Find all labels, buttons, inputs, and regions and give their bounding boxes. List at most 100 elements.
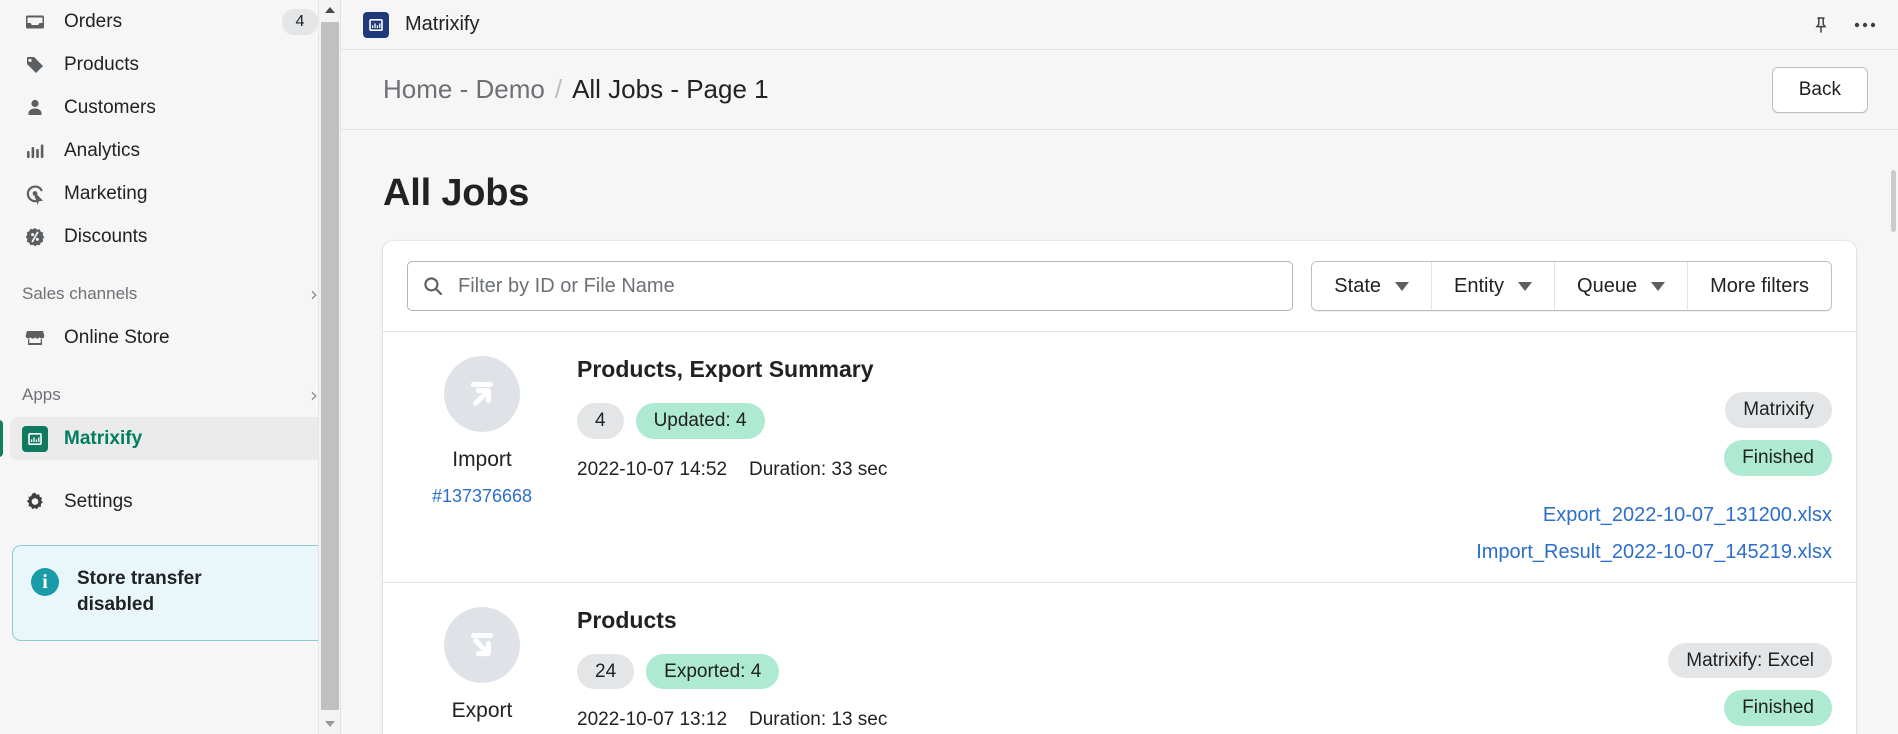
job-status-column: Matrixify Finished Export_2022-10-07_131… <box>1392 348 1832 564</box>
breadcrumb-bar: Home - Demo / All Jobs - Page 1 Back <box>341 50 1898 130</box>
job-chips: 4 Updated: 4 <box>577 403 1392 439</box>
sidebar-item-orders[interactable]: Orders 4 <box>10 0 330 43</box>
sidebar-section-label: Sales channels <box>22 284 138 303</box>
search-input[interactable] <box>456 273 1279 299</box>
breadcrumb-separator: / <box>554 74 563 104</box>
app-titlebar: Matrixify <box>341 0 1898 50</box>
ellipsis-icon[interactable] <box>1848 8 1882 42</box>
page-scrollbar-thumb[interactable] <box>1891 170 1896 232</box>
gear-icon <box>22 489 48 515</box>
scroll-up-arrow-icon[interactable] <box>319 0 341 20</box>
job-chips: 24 Exported: 4 <box>577 653 1392 690</box>
page-title: All Jobs <box>383 172 530 214</box>
more-filters-button[interactable]: More filters <box>1688 262 1831 310</box>
filter-state-button[interactable]: State <box>1312 262 1432 310</box>
page-content: All Jobs State <box>341 130 1898 734</box>
sidebar-item-label: Marketing <box>64 182 148 204</box>
job-name: Products, Export Summary <box>577 356 874 382</box>
info-icon: i <box>31 568 59 596</box>
job-duration: Duration: 13 sec <box>749 709 888 731</box>
job-id-link[interactable]: #137376668 <box>432 486 532 507</box>
status-badge: Finished <box>1724 439 1832 476</box>
sidebar-scrollbar[interactable] <box>318 0 340 734</box>
chevron-down-icon <box>1651 281 1666 291</box>
sidebar: Orders 4 Products Customers Analytics Ma… <box>0 0 340 734</box>
banner-title: Store transfer disabled <box>77 568 202 615</box>
file-link[interactable]: Import_Result_2022-10-07_145219.xlsx <box>1476 541 1832 564</box>
sidebar-item-analytics[interactable]: Analytics <box>10 129 330 172</box>
discount-percent-icon <box>22 224 48 250</box>
sidebar-item-label: Online Store <box>64 326 170 348</box>
sidebar-item-label: Matrixify <box>64 427 143 449</box>
job-status-badge: Updated: 4 <box>635 403 765 439</box>
sidebar-scrollbar-thumb[interactable] <box>321 22 339 710</box>
job-format-badge: Matrixify: Excel <box>1668 642 1832 679</box>
job-meta: 2022-10-07 13:12 Duration: 13 sec <box>577 709 1392 731</box>
active-indicator <box>0 420 3 457</box>
table-row[interactable]: Export Products 24 Exported: 4 2022-10-0… <box>383 581 1856 734</box>
sidebar-item-matrixify[interactable]: Matrixify <box>0 417 330 460</box>
sidebar-item-online-store[interactable]: Online Store <box>10 316 330 359</box>
filter-queue-label: Queue <box>1577 274 1638 297</box>
orders-badge: 4 <box>282 8 318 35</box>
sidebar-item-label: Discounts <box>64 225 148 247</box>
filter-button-group: State Entity Queue More filters <box>1311 261 1832 311</box>
bar-chart-icon <box>22 138 48 164</box>
sidebar-section-sales-channels[interactable]: Sales channels › <box>10 274 330 314</box>
breadcrumb: Home - Demo / All Jobs - Page 1 <box>383 74 769 105</box>
tag-icon <box>22 52 48 78</box>
chevron-right-icon: › <box>310 383 318 407</box>
job-name: Products <box>577 606 677 633</box>
pin-icon[interactable] <box>1804 8 1838 42</box>
search-icon <box>422 275 444 297</box>
filter-entity-label: Entity <box>1454 274 1505 297</box>
job-status-badge: Exported: 4 <box>646 653 780 690</box>
scroll-down-arrow-icon[interactable] <box>319 714 341 734</box>
chevron-right-icon: › <box>310 282 318 306</box>
breadcrumb-parent[interactable]: Home - Demo <box>383 74 545 105</box>
status-badge: Finished <box>1724 690 1832 726</box>
main-panel: Matrixify Home - Demo / All Jobs - Page … <box>340 0 1898 734</box>
filter-bar: State Entity Queue More filters <box>383 241 1856 331</box>
sidebar-item-marketing[interactable]: Marketing <box>10 172 330 215</box>
jobs-card: State Entity Queue More filters <box>383 241 1856 734</box>
sidebar-item-label: Products <box>64 53 139 75</box>
sidebar-nav: Orders 4 Products Customers Analytics Ma… <box>0 0 340 523</box>
job-file-links: Export_2022-10-07_131200.xlsx Import_Res… <box>1476 504 1832 564</box>
store-transfer-banner: i Store transfer disabled <box>12 545 328 641</box>
sidebar-item-customers[interactable]: Customers <box>10 86 330 129</box>
job-timestamp: 2022-10-07 14:52 <box>577 458 728 480</box>
sidebar-item-label: Orders <box>64 10 123 32</box>
inbox-icon <box>22 9 48 35</box>
sidebar-section-label: Apps <box>22 385 61 404</box>
job-format-badge: Matrixify <box>1725 392 1832 428</box>
table-row[interactable]: Import #137376668 Products, Export Summa… <box>383 331 1856 582</box>
job-kind-label: Export <box>451 698 513 722</box>
job-count-badge: 4 <box>577 403 624 439</box>
sidebar-item-label: Analytics <box>64 139 141 161</box>
chevron-down-icon <box>1395 281 1409 291</box>
file-link[interactable]: Export_2022-10-07_131200.xlsx <box>1543 504 1832 527</box>
megaphone-target-icon <box>22 181 48 207</box>
import-arrow-icon <box>444 356 520 432</box>
sidebar-section-apps[interactable]: Apps › <box>10 375 330 415</box>
sidebar-item-settings[interactable]: Settings <box>10 480 330 523</box>
filter-state-label: State <box>1334 274 1381 297</box>
sidebar-item-discounts[interactable]: Discounts <box>10 215 330 258</box>
job-type-column: Import #137376668 <box>407 348 557 564</box>
sidebar-item-products[interactable]: Products <box>10 43 330 86</box>
job-kind-label: Import <box>452 448 512 471</box>
matrixify-icon <box>22 425 48 452</box>
sidebar-item-label: Settings <box>64 490 133 512</box>
more-filters-label: More filters <box>1710 274 1809 297</box>
filter-queue-button[interactable]: Queue <box>1555 262 1689 310</box>
search-field[interactable] <box>407 261 1294 311</box>
job-duration: Duration: 33 sec <box>749 458 888 480</box>
breadcrumb-current: All Jobs - Page 1 <box>572 74 769 104</box>
filter-entity-button[interactable]: Entity <box>1432 262 1556 310</box>
app-root: Orders 4 Products Customers Analytics Ma… <box>0 0 1898 734</box>
matrixify-icon <box>363 11 389 38</box>
job-type-column: Export <box>407 599 557 734</box>
app-title: Matrixify <box>405 13 480 35</box>
back-button[interactable]: Back <box>1771 66 1868 113</box>
